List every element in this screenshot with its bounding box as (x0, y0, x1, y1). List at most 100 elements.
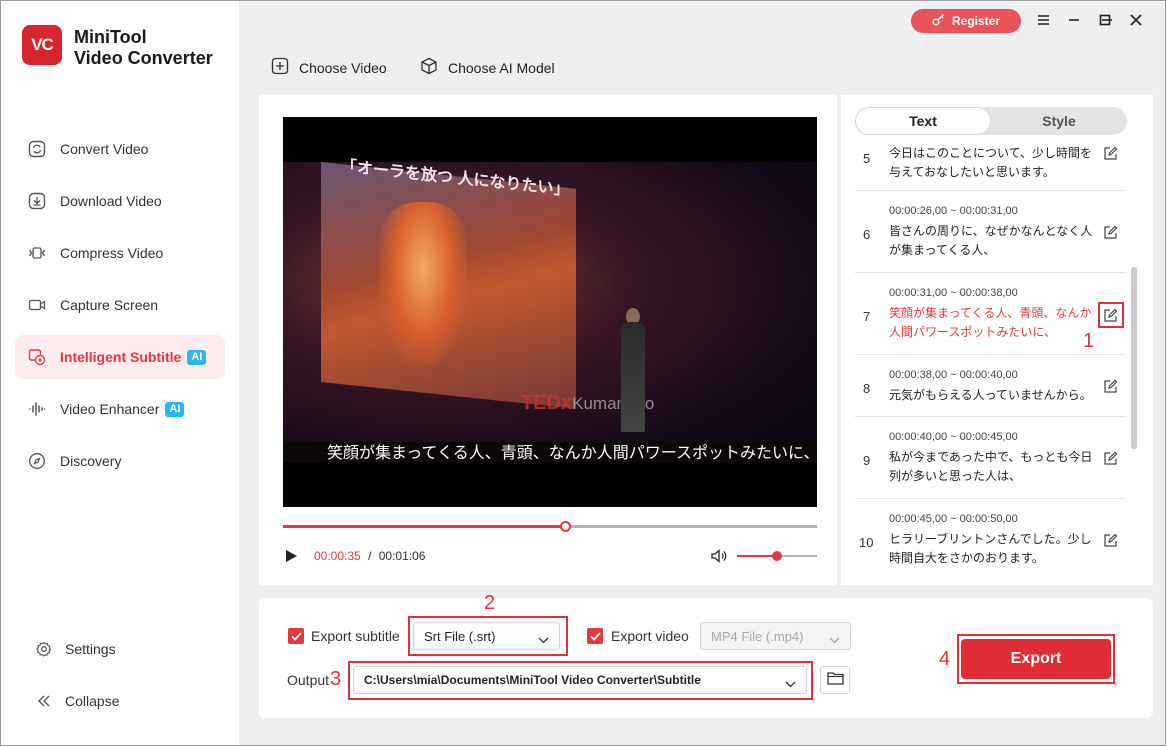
app-title-line1: MiniTool (74, 27, 147, 47)
sidebar-item-label: Video Enhancer (60, 401, 160, 417)
app-title: MiniTool Video Converter (74, 27, 213, 69)
volume-handle[interactable] (772, 551, 782, 561)
export-subtitle-checkbox[interactable] (288, 628, 304, 644)
current-time: 00:00:35 (314, 549, 361, 563)
subtitle-icon (27, 347, 47, 367)
subtitle-row[interactable]: 00:00:26,00 ~ 00:00:31,00 6 皆さんの周りに、なぜかな… (855, 191, 1125, 273)
register-button[interactable]: Register (911, 9, 1021, 33)
sidebar-item-video-enhancer[interactable]: Video Enhancer AI (15, 387, 225, 431)
close-icon[interactable] (1127, 11, 1145, 29)
player-panel: 「オーラを放つ 人になりたい」 TEDxKumamoto 笑顔が集まってくる人、… (259, 95, 837, 585)
export-panel: Export subtitle Srt File (.srt) 2 Export… (259, 592, 1153, 718)
row-number: 7 (863, 309, 871, 324)
time-display: 00:00:35 / 00:01:06 (314, 549, 425, 563)
edit-icon[interactable] (1103, 146, 1119, 162)
app-title-line2: Video Converter (74, 48, 213, 68)
row-number: 8 (863, 381, 871, 396)
sidebar-item-compress-video[interactable]: Compress Video (15, 231, 225, 275)
edit-icon[interactable] (1103, 533, 1119, 549)
volume-slider[interactable] (737, 551, 817, 561)
highlight-box-edit (1098, 302, 1124, 328)
highlight-box-format (408, 616, 568, 656)
gear-icon (35, 641, 53, 657)
subtitle-scrollbar[interactable] (1131, 267, 1137, 449)
collapse-button[interactable]: Collapse (35, 693, 119, 709)
time-separator: / (368, 549, 372, 563)
maximize-icon[interactable] (1096, 11, 1114, 29)
ai-badge: AI (187, 349, 207, 365)
subtitle-tabs: Text Style (855, 107, 1127, 135)
row-text: 笑顔が集まってくる人、青頭、なんか人間パワースポットみたいに、 (889, 306, 1092, 339)
chevron-down-icon (829, 632, 840, 647)
speaker (621, 322, 645, 432)
main-area: Register Choose Video Choose AI Model 「オ… (239, 1, 1165, 745)
subtitle-row[interactable]: 00:00:38,00 ~ 00:00:40,00 8 元気がもらえる人っていま… (855, 355, 1125, 417)
volume-icon[interactable] (711, 549, 728, 568)
video-preview[interactable]: 「オーラを放つ 人になりたい」 TEDxKumamoto 笑顔が集まってくる人、… (283, 117, 817, 507)
settings-label: Settings (65, 641, 116, 657)
browse-folder-button[interactable] (820, 666, 850, 694)
choose-ai-model-label: Choose AI Model (448, 59, 555, 76)
add-icon (271, 57, 289, 78)
row-number: 10 (859, 535, 874, 550)
subtitle-row[interactable]: 00:00:45,00 ~ 00:00:50,00 10 ヒラリーブリントンさん… (855, 499, 1125, 581)
register-label: Register (951, 14, 1001, 28)
row-time: 00:00:38,00 ~ 00:00:40,00 (889, 369, 1018, 381)
sidebar-item-label: Discovery (60, 453, 122, 469)
export-video-label: Export video (611, 628, 689, 644)
collapse-label: Collapse (65, 693, 120, 709)
sidebar: VC MiniTool Video Converter Convert Vide… (1, 1, 239, 745)
video-frame: 「オーラを放つ 人になりたい」 TEDxKumamoto (283, 158, 817, 462)
row-text: 今日はこのことについて、少し時間を与えておなしたいと思います。 (889, 146, 1093, 179)
seek-handle[interactable] (560, 521, 572, 532)
export-video-checkbox[interactable] (587, 628, 603, 644)
seek-bar[interactable] (283, 521, 817, 532)
minimize-icon-2[interactable] (1065, 11, 1083, 29)
sidebar-item-intelligent-subtitle[interactable]: Intelligent Subtitle AI (15, 335, 225, 379)
subtitle-row[interactable]: 00:00:40,00 ~ 00:00:45,00 9 私が今まであった中で、も… (855, 417, 1125, 499)
edit-icon[interactable] (1103, 451, 1119, 467)
play-icon[interactable] (285, 549, 298, 568)
tab-text[interactable]: Text (855, 107, 991, 135)
double-chevron-left-icon (35, 695, 53, 707)
annotation-label-1: 1 (1083, 330, 1095, 352)
annotation-label-3: 3 (330, 668, 342, 690)
stage-brand-main: TEDx (521, 392, 573, 414)
sidebar-item-label: Convert Video (60, 141, 149, 157)
sidebar-item-discovery[interactable]: Discovery (15, 439, 225, 483)
highlight-box-output (348, 661, 813, 700)
sidebar-nav: Convert Video Download Video Compress Vi… (15, 127, 225, 491)
subtitle-list: 5 今日はこのことについて、少し時間を与えておなしたいと思います。 00:00:… (855, 142, 1125, 581)
enhancer-icon (27, 399, 47, 419)
video-format-select[interactable]: MP4 File (.mp4) (700, 622, 851, 650)
tab-style[interactable]: Style (991, 107, 1127, 135)
export-subtitle-label: Export subtitle (311, 628, 400, 644)
row-number: 5 (863, 151, 871, 166)
seek-progress (283, 525, 567, 528)
choose-ai-model-button[interactable]: Choose AI Model (420, 57, 555, 78)
edit-icon[interactable] (1103, 379, 1119, 395)
sidebar-item-download-video[interactable]: Download Video (15, 179, 225, 223)
key-icon (932, 13, 945, 29)
subtitle-row[interactable]: 5 今日はこのことについて、少し時間を与えておなしたいと思います。 (855, 142, 1125, 191)
app-logo: VC (22, 25, 62, 65)
sidebar-item-convert-video[interactable]: Convert Video (15, 127, 225, 171)
row-text: ヒラリーブリントンさんでした。少し時間自大をさかのおります。 (889, 532, 1092, 565)
annotation-label-4: 4 (939, 648, 951, 670)
video-format-value: MP4 File (.mp4) (711, 628, 804, 644)
sidebar-item-label: Download Video (60, 193, 162, 209)
row-text: 私が今まであった中で、もっとも今日列が多いと思った人は、 (889, 450, 1093, 483)
compass-icon (27, 451, 47, 471)
projection-figure (378, 202, 468, 367)
sidebar-item-capture-screen[interactable]: Capture Screen (15, 283, 225, 327)
row-text: 元気がもらえる人っていませんから。 (889, 388, 1092, 402)
settings-button[interactable]: Settings (35, 641, 116, 657)
sidebar-item-label: Compress Video (60, 245, 164, 261)
edit-icon[interactable] (1103, 225, 1119, 241)
row-time: 00:00:26,00 ~ 00:00:31,00 (889, 205, 1018, 217)
compress-icon (27, 243, 47, 263)
video-subtitle: 笑顔が集まってくる人、青頭、なんか人間パワースポットみたいに、 (327, 445, 817, 462)
row-time: 00:00:40,00 ~ 00:00:45,00 (889, 431, 1018, 443)
menu-icon[interactable] (1034, 11, 1052, 29)
choose-video-button[interactable]: Choose Video (271, 57, 387, 78)
